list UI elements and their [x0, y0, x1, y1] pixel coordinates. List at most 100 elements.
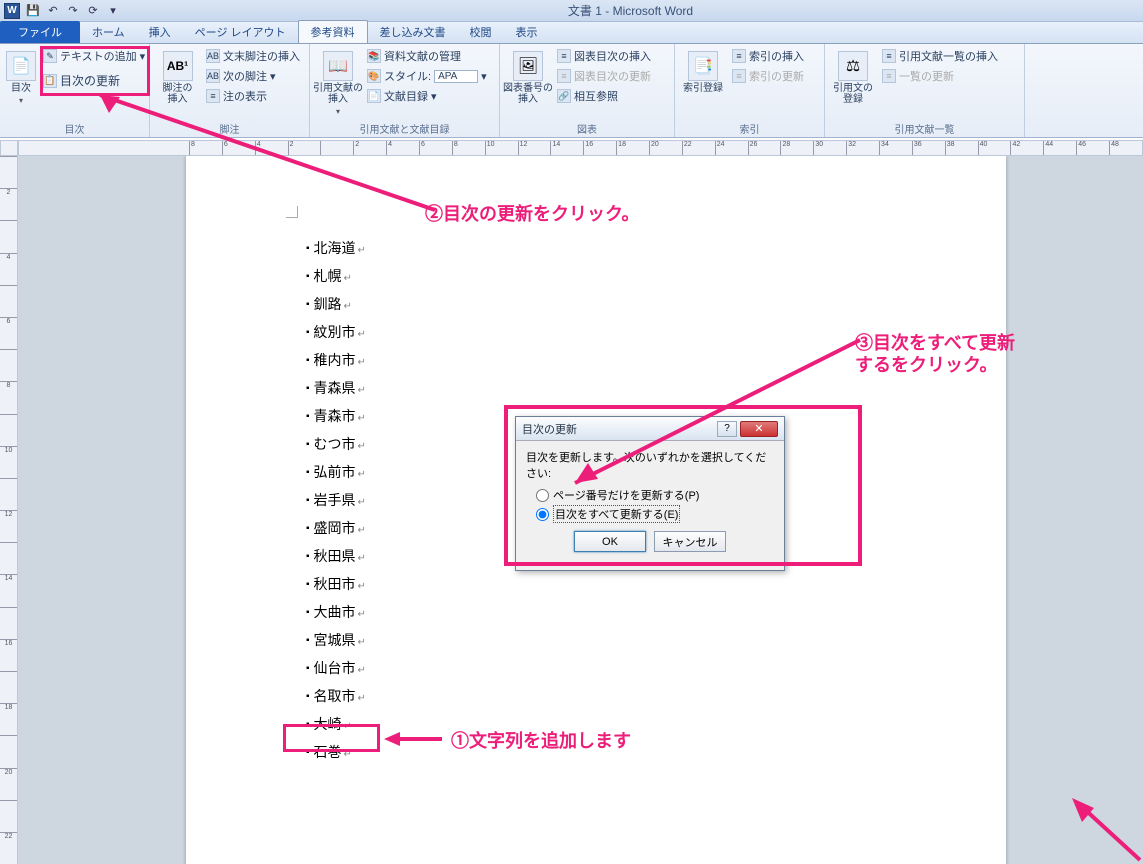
ruler-mark: 22: [682, 141, 715, 155]
ruler-mark: 40: [978, 141, 1011, 155]
insert-tof-button[interactable]: ≡図表目次の挿入: [554, 47, 654, 65]
update-tof-icon: ≡: [557, 69, 571, 83]
mark-citation-label: 引用文の 登録: [833, 83, 873, 105]
list-item[interactable]: 石巻↵: [306, 740, 366, 768]
insert-endnote-label: 文末脚注の挿入: [223, 48, 300, 64]
ruler-vertical[interactable]: 246810121416182022: [0, 156, 18, 864]
update-tof-button[interactable]: ≡図表目次の更新: [554, 67, 654, 85]
footnote-icon: AB¹: [163, 51, 193, 81]
list-item[interactable]: 札幌↵: [306, 264, 366, 292]
tab-mailings[interactable]: 差し込み文書: [368, 21, 458, 43]
dialog-close-button[interactable]: ✕: [740, 421, 778, 437]
list-item[interactable]: 弘前市↵: [306, 460, 366, 488]
ruler-mark: [0, 607, 17, 639]
tab-references[interactable]: 参考資料: [298, 20, 368, 43]
title-bar: W 💾 ↶ ↷ ⟳ ▾ 文書 1 - Microsoft Word: [0, 0, 1143, 22]
dialog-titlebar[interactable]: 目次の更新 ? ✕: [516, 417, 784, 441]
tab-insert[interactable]: 挿入: [137, 21, 183, 43]
insert-citation-label: 引用文献の 挿入: [313, 83, 363, 105]
ruler-mark: 28: [780, 141, 813, 155]
ruler-mark: [0, 349, 17, 381]
qat-undo-icon[interactable]: ↶: [44, 2, 62, 20]
update-toc-button[interactable]: 📋目次の更新: [40, 71, 148, 90]
update-toa-button[interactable]: ≡一覧の更新: [879, 67, 1001, 85]
tab-view[interactable]: 表示: [504, 21, 550, 43]
list-item[interactable]: 大曲市↵: [306, 600, 366, 628]
list-item[interactable]: 名取市↵: [306, 684, 366, 712]
radio-page-numbers-only[interactable]: ページ番号だけを更新する(P): [536, 487, 774, 503]
ruler-mark: 10: [485, 141, 518, 155]
word-app-icon: W: [4, 3, 20, 19]
dialog-cancel-button[interactable]: キャンセル: [654, 531, 726, 552]
list-item[interactable]: 大崎↵: [306, 712, 366, 740]
ruler-mark: 6: [0, 317, 17, 349]
tab-review[interactable]: 校閲: [458, 21, 504, 43]
list-item[interactable]: 宮城県↵: [306, 628, 366, 656]
ruler-mark: 34: [879, 141, 912, 155]
qat-redo-icon[interactable]: ↷: [64, 2, 82, 20]
style-combo[interactable]: 🎨スタイル: APA▾: [364, 67, 490, 85]
ruler-mark: [0, 542, 17, 574]
document-content[interactable]: 北海道↵札幌↵釧路↵紋別市↵稚内市↵青森県↵青森市↵むつ市↵弘前市↵岩手県↵盛岡…: [306, 236, 366, 768]
add-text-button[interactable]: ✎テキストの追加 ▾: [40, 47, 148, 65]
list-item[interactable]: 稚内市↵: [306, 348, 366, 376]
bibliography-icon: 📄: [367, 89, 381, 103]
list-item[interactable]: 仙台市↵: [306, 656, 366, 684]
ruler-mark: 20: [0, 768, 17, 800]
ruler-mark: 16: [0, 639, 17, 671]
next-footnote-label: 次の脚注: [223, 68, 267, 84]
list-item[interactable]: 盛岡市↵: [306, 516, 366, 544]
tab-page-layout[interactable]: ページ レイアウト: [183, 21, 298, 43]
ruler-mark: 6: [419, 141, 452, 155]
ruler-mark: 16: [583, 141, 616, 155]
insert-toa-button[interactable]: ≡引用文献一覧の挿入: [879, 47, 1001, 65]
insert-index-button[interactable]: ≡索引の挿入: [729, 47, 807, 65]
quick-access-toolbar: 💾 ↶ ↷ ⟳ ▾: [24, 2, 122, 20]
show-notes-button[interactable]: ≡注の表示: [203, 87, 303, 105]
radio-page-numbers-input[interactable]: [536, 489, 549, 502]
qat-save-icon[interactable]: 💾: [24, 2, 42, 20]
tab-home[interactable]: ホーム: [80, 21, 137, 43]
list-item[interactable]: 秋田県↵: [306, 544, 366, 572]
list-item[interactable]: 岩手県↵: [306, 488, 366, 516]
list-item[interactable]: 青森市↵: [306, 404, 366, 432]
ruler-mark: 8: [452, 141, 485, 155]
qat-dropdown-icon[interactable]: ▾: [104, 2, 122, 20]
add-text-label: テキストの追加: [60, 48, 137, 64]
list-item[interactable]: 青森県↵: [306, 376, 366, 404]
cross-ref-button[interactable]: 🔗相互参照: [554, 87, 654, 105]
ruler-mark: 2: [0, 188, 17, 220]
insert-endnote-button[interactable]: AB文末脚注の挿入: [203, 47, 303, 65]
dialog-ok-button[interactable]: OK: [574, 531, 646, 552]
endnote-icon: AB: [206, 49, 220, 63]
list-item[interactable]: 北海道↵: [306, 236, 366, 264]
list-item[interactable]: 釧路↵: [306, 292, 366, 320]
manage-sources-button[interactable]: 📚資料文献の管理: [364, 47, 490, 65]
radio-entire-toc-input[interactable]: [536, 508, 549, 521]
ruler-mark: [0, 800, 17, 832]
caption-icon: 🖼: [513, 51, 543, 81]
ruler-mark: 20: [649, 141, 682, 155]
bibliography-button[interactable]: 📄文献目録 ▾: [364, 87, 490, 105]
insert-index-icon: ≡: [732, 49, 746, 63]
dialog-help-button[interactable]: ?: [717, 421, 737, 437]
radio-update-entire-toc[interactable]: 目次をすべて更新する(E): [536, 505, 774, 523]
citation-icon: 📖: [323, 51, 353, 81]
list-item[interactable]: むつ市↵: [306, 432, 366, 460]
ruler-mark: [0, 478, 17, 510]
list-item[interactable]: 紋別市↵: [306, 320, 366, 348]
style-value[interactable]: APA: [434, 70, 478, 83]
list-item[interactable]: 秋田市↵: [306, 572, 366, 600]
next-footnote-button[interactable]: AB次の脚注 ▾: [203, 67, 303, 85]
tab-file[interactable]: ファイル: [0, 21, 80, 43]
ruler-mark: 26: [748, 141, 781, 155]
mark-citation-icon: ⚖: [838, 51, 868, 81]
update-index-button[interactable]: ≡索引の更新: [729, 67, 807, 85]
ruler-mark: 12: [0, 510, 17, 542]
ruler-horizontal[interactable]: 8642246810121416182022242628303234363840…: [18, 140, 1143, 156]
qat-refresh-icon[interactable]: ⟳: [84, 2, 102, 20]
ruler-mark: 10: [0, 446, 17, 478]
ruler-mark: [0, 671, 17, 703]
group-label-footnote: 脚注: [150, 121, 309, 136]
ruler-mark: 4: [255, 141, 288, 155]
